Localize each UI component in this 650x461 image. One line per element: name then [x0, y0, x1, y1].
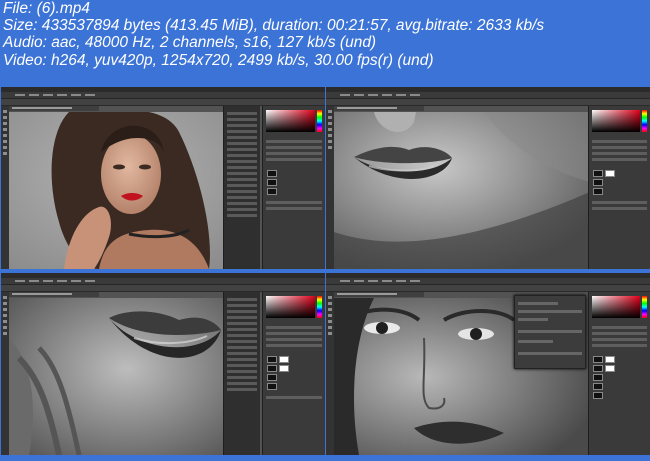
document-tab[interactable] [9, 292, 99, 297]
tools-panel[interactable] [326, 292, 334, 455]
audio-info-line: Audio: aac, 48000 Hz, 2 channels, s16, 1… [3, 34, 377, 52]
menu-bar[interactable] [326, 278, 650, 285]
color-picker[interactable] [592, 110, 640, 132]
color-picker[interactable] [266, 110, 315, 132]
color-picker[interactable] [592, 296, 640, 318]
properties-dialog[interactable] [514, 295, 586, 369]
menu-bar[interactable] [1, 278, 325, 285]
lips-photo [334, 112, 590, 269]
color-and-layers-panel[interactable] [588, 106, 650, 269]
hue-slider[interactable] [642, 296, 647, 318]
lips-photo [9, 298, 223, 455]
color-and-layers-panel[interactable] [262, 292, 325, 455]
document-tab[interactable] [9, 106, 99, 111]
options-bar[interactable] [326, 99, 650, 106]
file-info-header: File: (6).mp4 Size: 433537894 bytes (413… [3, 0, 643, 69]
portrait-photo [9, 112, 223, 269]
options-bar[interactable] [326, 285, 650, 292]
thumbnail-frame-3 [1, 273, 325, 455]
video-info-line: Video: h264, yuv420p, 1254x720, 2499 kb/… [3, 51, 434, 69]
tools-panel[interactable] [326, 106, 334, 269]
menu-bar[interactable] [326, 92, 650, 99]
photo-canvas[interactable] [334, 112, 590, 269]
thumbnail-frame-4 [326, 273, 650, 455]
photo-canvas[interactable] [9, 112, 223, 269]
thumbnail-frame-2 [326, 87, 650, 269]
layers-list-panel[interactable] [223, 292, 260, 455]
file-size-line: Size: 433537894 bytes (413.45 MiB), dura… [3, 17, 545, 35]
options-bar[interactable] [1, 99, 325, 106]
layers-list-panel[interactable] [223, 106, 260, 269]
document-tab[interactable] [334, 106, 424, 111]
hue-slider[interactable] [317, 296, 322, 318]
photo-canvas[interactable] [9, 298, 223, 455]
thumbnail-frame-1 [1, 87, 325, 269]
color-picker[interactable] [266, 296, 315, 318]
document-tab[interactable] [334, 292, 424, 297]
color-and-layers-panel[interactable] [588, 292, 650, 455]
hue-slider[interactable] [317, 110, 322, 132]
tools-panel[interactable] [1, 292, 9, 455]
menu-bar[interactable] [1, 92, 325, 99]
options-bar[interactable] [1, 285, 325, 292]
tools-panel[interactable] [1, 106, 9, 269]
file-name-line: File: (6).mp4 [3, 0, 90, 17]
color-and-layers-panel[interactable] [262, 106, 325, 269]
hue-slider[interactable] [642, 110, 647, 132]
